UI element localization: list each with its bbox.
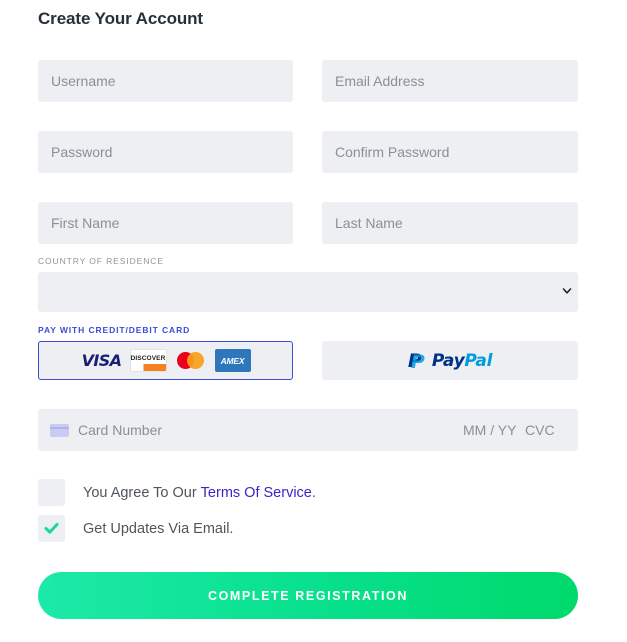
discover-logo-text: DISCOVER — [130, 355, 166, 362]
last-name-placeholder: Last Name — [335, 215, 403, 231]
paypal-logo-pay: Pay — [431, 350, 465, 371]
username-placeholder: Username — [51, 73, 116, 89]
username-field[interactable]: Username — [38, 60, 293, 102]
country-label: COUNTRY OF RESIDENCE — [38, 256, 164, 266]
tos-link[interactable]: Terms Of Service — [201, 485, 312, 501]
cvc-field[interactable]: CVC — [525, 422, 555, 438]
email-field[interactable]: Email Address — [322, 60, 578, 102]
payment-method-label: PAY WITH CREDIT/DEBIT CARD — [38, 325, 191, 335]
visa-logo: VISA — [81, 351, 122, 370]
page-title: Create Your Account — [38, 9, 203, 28]
tos-suffix: . — [311, 484, 316, 501]
updates-label: Get Updates Via Email. — [83, 520, 234, 537]
confirm-password-placeholder: Confirm Password — [335, 144, 450, 160]
discover-stripe — [130, 364, 166, 371]
amex-logo: AMEX — [214, 349, 251, 372]
first-name-field[interactable]: First Name — [38, 202, 293, 244]
tos-label: You Agree To Our — [83, 484, 197, 501]
updates-checkbox[interactable] — [38, 515, 65, 542]
paypal-payment-option[interactable]: PP PayPal — [322, 341, 578, 380]
password-field[interactable]: Password — [38, 131, 293, 173]
paypal-icon: PP — [407, 349, 425, 373]
card-number-placeholder: Card Number — [78, 422, 163, 438]
tos-row: You Agree To Our Terms Of Service . — [38, 479, 316, 506]
password-placeholder: Password — [51, 144, 113, 160]
tos-checkbox[interactable] — [38, 479, 65, 506]
confirm-password-field[interactable]: Confirm Password — [322, 131, 578, 173]
mastercard-orange-circle — [186, 352, 204, 369]
last-name-field[interactable]: Last Name — [322, 202, 578, 244]
email-placeholder: Email Address — [335, 73, 425, 89]
updates-row: Get Updates Via Email. — [38, 515, 233, 542]
card-number-field[interactable]: Card Number MM / YY CVC — [38, 409, 578, 451]
paypal-logo: PayPal — [431, 350, 493, 371]
complete-registration-button[interactable]: COMPLETE REGISTRATION — [38, 572, 578, 619]
credit-card-icon — [50, 424, 69, 437]
checkmark-icon — [44, 523, 59, 534]
country-select[interactable] — [38, 272, 578, 312]
first-name-placeholder: First Name — [51, 215, 120, 231]
mastercard-logo — [174, 349, 208, 372]
chevron-down-icon — [562, 288, 572, 294]
card-payment-option[interactable]: VISA DISCOVER AMEX — [38, 341, 293, 380]
expiry-field[interactable]: MM / YY — [463, 422, 516, 438]
discover-logo: DISCOVER — [129, 349, 167, 372]
paypal-logo-pal: Pal — [464, 350, 493, 371]
